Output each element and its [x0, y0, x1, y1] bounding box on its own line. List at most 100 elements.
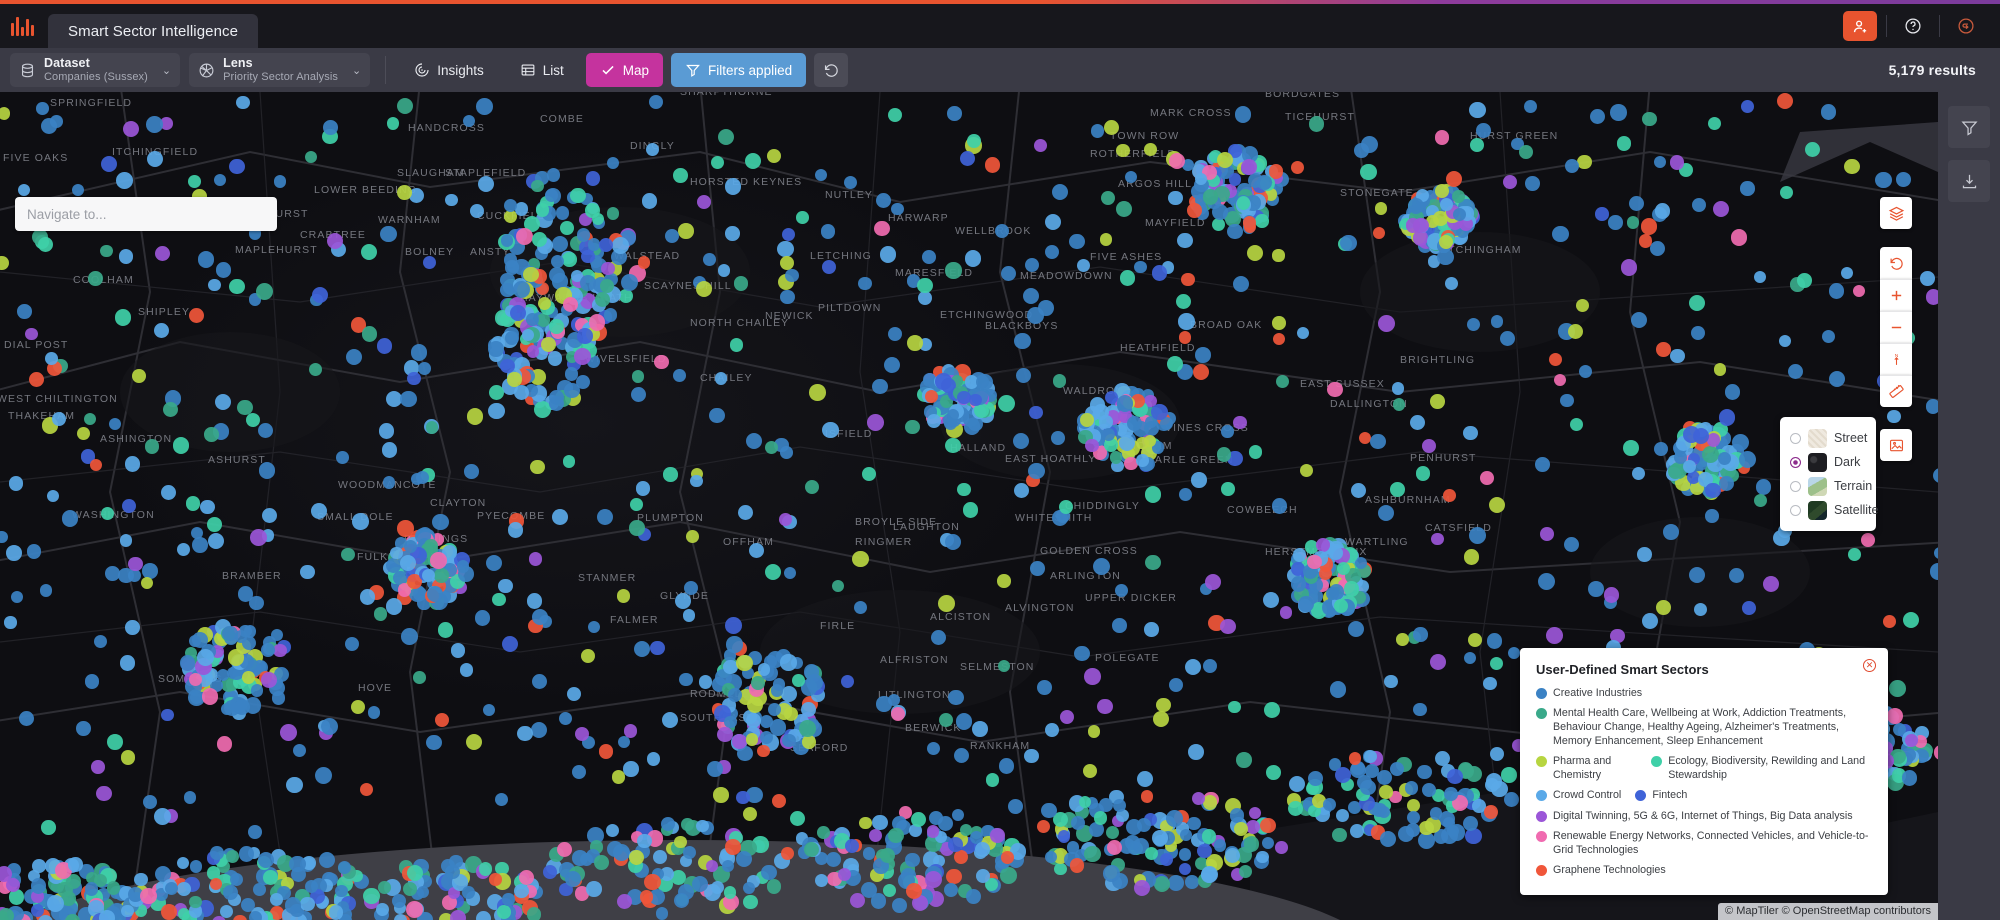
map-point[interactable] [32, 859, 46, 874]
map-point[interactable] [1883, 615, 1897, 628]
map-point[interactable] [844, 838, 860, 853]
map-point[interactable] [100, 155, 118, 173]
map-point[interactable] [105, 566, 120, 581]
legend-item[interactable]: Fintech [1635, 788, 1687, 802]
map-point[interactable] [679, 673, 693, 687]
map-point[interactable] [382, 476, 396, 489]
map-point[interactable] [1446, 170, 1463, 187]
map-point[interactable] [887, 107, 902, 122]
map-point[interactable] [780, 289, 795, 305]
map-point[interactable] [1430, 393, 1446, 409]
map-point[interactable] [216, 736, 233, 752]
map-point[interactable] [757, 663, 770, 676]
map-point[interactable] [1413, 627, 1428, 642]
map-point[interactable] [252, 883, 266, 896]
map-point[interactable] [1480, 471, 1494, 485]
map-point[interactable] [1755, 478, 1772, 495]
map-point[interactable] [1262, 591, 1279, 608]
map-point[interactable] [696, 819, 709, 833]
map-point[interactable] [161, 708, 174, 722]
map-point[interactable] [378, 423, 394, 439]
map-point[interactable] [646, 142, 660, 156]
map-point[interactable] [603, 307, 618, 322]
map-point[interactable] [1339, 234, 1357, 252]
map-point[interactable] [1730, 229, 1748, 246]
map-point[interactable] [953, 748, 969, 764]
map-point[interactable] [1187, 816, 1201, 831]
map-point[interactable] [729, 338, 744, 352]
map-point[interactable] [506, 260, 519, 273]
map-point[interactable] [489, 384, 505, 400]
map-point[interactable] [1166, 355, 1183, 372]
map-point[interactable] [917, 277, 933, 293]
map-point[interactable] [576, 327, 593, 344]
map-point[interactable] [1552, 225, 1569, 243]
map-point[interactable] [598, 744, 614, 759]
map-point[interactable] [1085, 438, 1099, 453]
map-point[interactable] [1860, 532, 1875, 547]
map-point[interactable] [655, 907, 668, 920]
map-point[interactable] [227, 649, 245, 666]
reset-view-button[interactable] [1880, 247, 1912, 279]
map-point[interactable] [581, 250, 595, 264]
map-point[interactable] [611, 770, 625, 784]
map-point[interactable] [1724, 383, 1741, 400]
map-point[interactable] [413, 671, 426, 684]
map-point[interactable] [260, 643, 275, 657]
map-point[interactable] [585, 203, 600, 218]
map-point[interactable] [1143, 434, 1156, 447]
map-point[interactable] [1501, 767, 1517, 783]
map-point[interactable] [1332, 827, 1347, 843]
map-point[interactable] [1379, 785, 1393, 799]
map-point[interactable] [1038, 299, 1054, 316]
legend-item[interactable]: Graphene Technologies [1536, 863, 1666, 877]
map-point[interactable] [251, 684, 264, 697]
map-point[interactable] [641, 193, 657, 209]
map-point[interactable] [346, 348, 362, 365]
legend-close-button[interactable]: ✕ [1863, 658, 1876, 672]
map-style-option-street[interactable]: Street [1790, 426, 1867, 450]
map-point[interactable] [1630, 311, 1647, 329]
map-point[interactable] [985, 773, 1000, 787]
map-point[interactable] [100, 244, 113, 257]
map-point[interactable] [1144, 142, 1157, 156]
map-point[interactable] [748, 542, 764, 558]
map-point[interactable] [1225, 847, 1241, 863]
map-point[interactable] [84, 882, 99, 897]
map-point[interactable] [1322, 797, 1336, 812]
legend-item[interactable]: Digital Twinning, 5G & 6G, Internet of T… [1536, 809, 1853, 823]
map-point[interactable] [1852, 284, 1865, 297]
legend-panel[interactable]: ✕ User-Defined Smart Sectors Creative In… [1520, 647, 1888, 895]
map-point[interactable] [40, 117, 57, 134]
map-point[interactable] [1028, 463, 1045, 480]
map-point[interactable] [1713, 363, 1726, 376]
map-point[interactable] [513, 280, 531, 298]
map-point[interactable] [1349, 823, 1364, 838]
map-point[interactable] [154, 322, 170, 338]
map-point[interactable] [695, 280, 713, 298]
map-point[interactable] [548, 395, 564, 411]
filters-applied-button[interactable]: Filters applied [671, 53, 807, 87]
map-point[interactable] [1641, 613, 1658, 630]
map-point[interactable] [781, 733, 796, 748]
legend-item[interactable]: Crowd Control [1536, 788, 1621, 802]
map-point[interactable] [1429, 807, 1442, 820]
map-point[interactable] [76, 426, 90, 440]
map-point[interactable] [393, 914, 407, 920]
map-style-option-terrain[interactable]: Terrain [1790, 474, 1872, 498]
map-point[interactable] [1116, 143, 1130, 158]
map-point[interactable] [1300, 463, 1314, 477]
map-point[interactable] [1069, 858, 1085, 873]
map-point[interactable] [1133, 879, 1151, 896]
map-point[interactable] [707, 761, 723, 777]
map-point[interactable] [1034, 138, 1048, 152]
map-point[interactable] [1168, 190, 1183, 206]
map-point[interactable] [1290, 576, 1306, 592]
map-point[interactable] [1265, 765, 1281, 781]
map-point[interactable] [96, 785, 112, 802]
map-point[interactable] [975, 841, 990, 857]
map-point[interactable] [947, 106, 962, 122]
map-point[interactable] [426, 735, 442, 751]
map-point[interactable] [236, 95, 251, 110]
map-point[interactable] [817, 826, 830, 839]
